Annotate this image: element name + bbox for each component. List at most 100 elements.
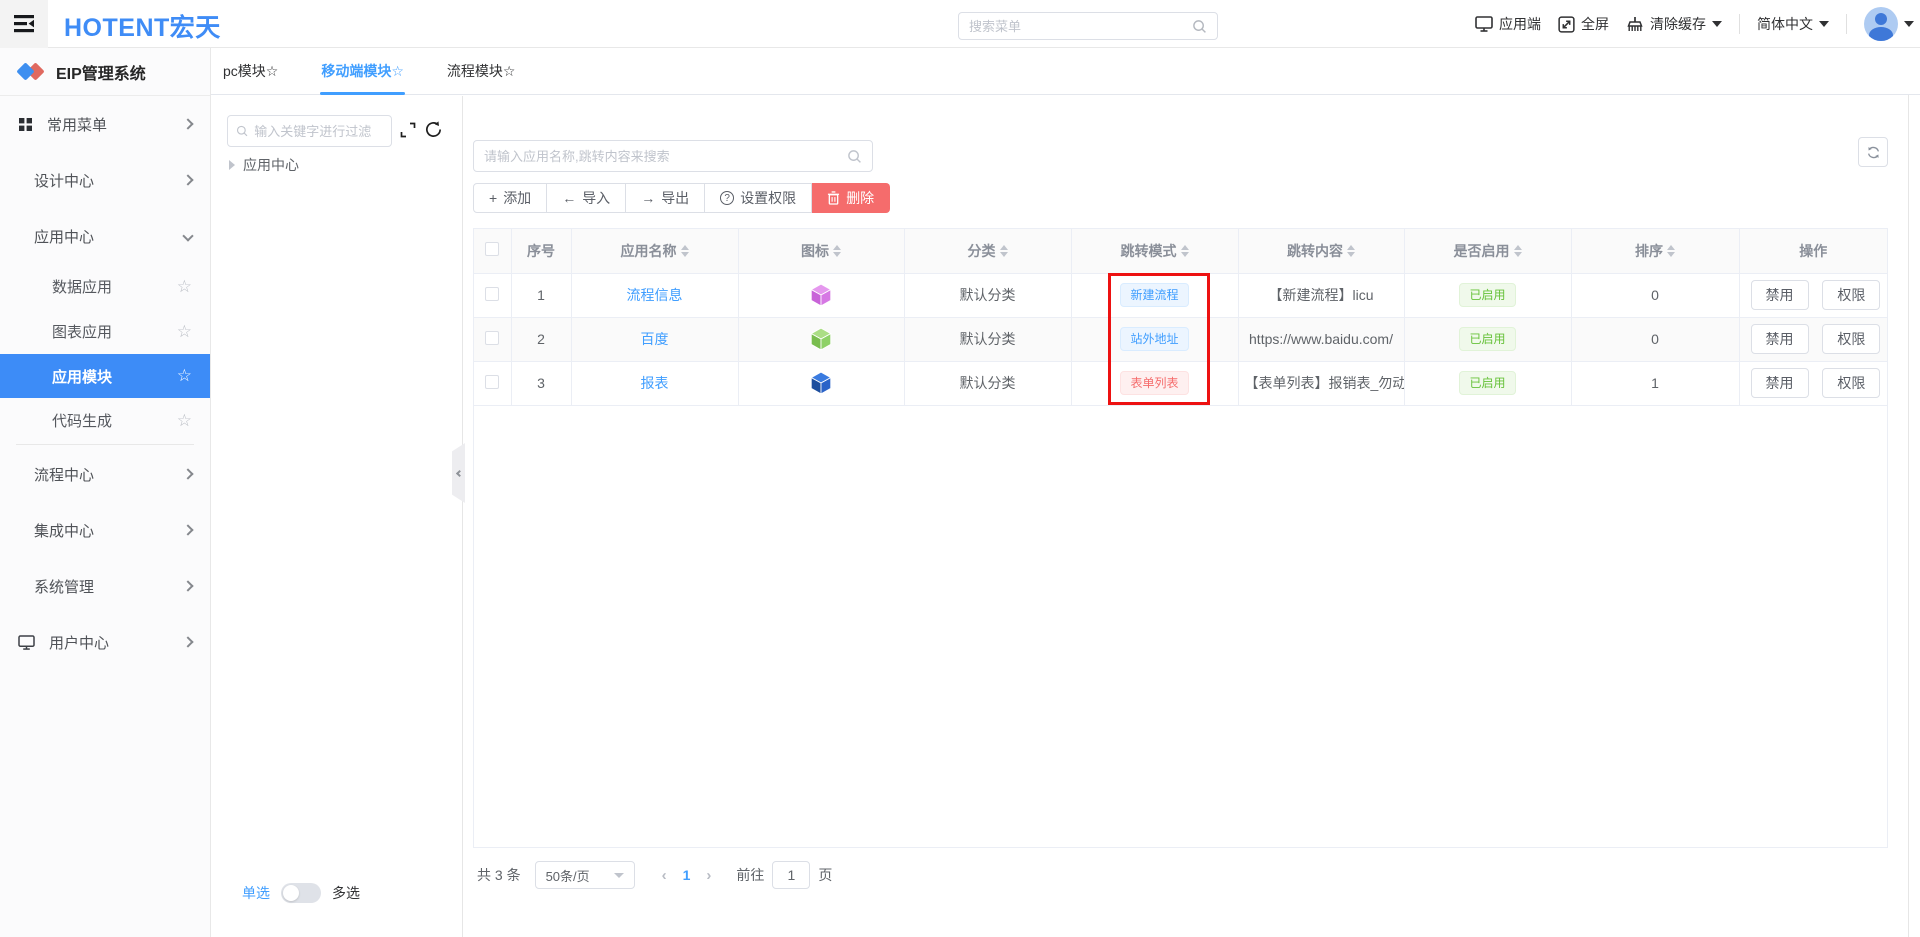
sidebar-item-system-admin[interactable]: 系统管理 — [0, 558, 210, 614]
col-icon[interactable]: 图标 — [738, 229, 904, 273]
app-name-link[interactable]: 流程信息 — [627, 287, 683, 303]
jump-mode-tag: 站外地址 — [1120, 327, 1188, 351]
row-checkbox[interactable] — [485, 331, 499, 345]
permission-button[interactable]: 权限 — [1822, 368, 1880, 398]
sort-icon[interactable] — [1181, 245, 1189, 257]
next-page-button[interactable]: › — [697, 867, 720, 884]
col-jump-content[interactable]: 跳转内容 — [1238, 229, 1404, 273]
avatar[interactable] — [1864, 7, 1898, 41]
sort-icon[interactable] — [833, 245, 841, 257]
sidebar-item-label: 常用菜单 — [47, 114, 184, 135]
app-table: 序号 应用名称 图标 分类 跳转模式 跳转内容 是否启用 排序 操作 1 流程信… — [473, 228, 1888, 848]
language-label: 简体中文 — [1757, 14, 1813, 34]
page-size-select[interactable]: 50条/页 — [535, 861, 635, 889]
set-permission-button[interactable]: ? 设置权限 — [705, 183, 812, 213]
import-button[interactable]: ← 导入 — [547, 183, 626, 213]
sort-icon[interactable] — [1514, 245, 1522, 257]
tree-filter-input[interactable] — [254, 124, 383, 139]
sidebar-item-app-module-selected[interactable]: 应用模块 ☆ — [0, 354, 210, 398]
export-button[interactable]: → 导出 — [626, 183, 705, 213]
user-menu[interactable] — [1864, 7, 1914, 41]
sidebar-item-process-center[interactable]: 流程中心 — [0, 446, 210, 502]
right-edge-divider — [1908, 48, 1909, 937]
search-icon — [1192, 19, 1207, 34]
single-select-label[interactable]: 单选 — [242, 883, 270, 903]
tab-bar: pc模块☆ 移动端模块☆ 流程模块☆ — [211, 48, 1920, 95]
refresh-icon[interactable] — [424, 120, 443, 139]
collapse-menu-button[interactable] — [0, 0, 48, 48]
sidebar-item-data-app[interactable]: 数据应用 ☆ — [0, 264, 210, 309]
tree-caret-icon[interactable] — [229, 160, 235, 170]
goto-page-input[interactable] — [772, 861, 810, 889]
sort-icon[interactable] — [1347, 245, 1355, 257]
status-tag: 已启用 — [1459, 327, 1515, 351]
expand-all-icon[interactable] — [400, 122, 416, 138]
sidebar-item-label: 应用模块 — [52, 366, 177, 387]
set-permission-label: 设置权限 — [740, 188, 796, 208]
multi-select-label[interactable]: 多选 — [332, 883, 360, 903]
tree-node-label: 应用中心 — [243, 155, 299, 175]
col-index: 序号 — [511, 229, 571, 273]
search-icon — [847, 149, 862, 164]
cell-sort: 0 — [1571, 273, 1739, 317]
row-checkbox[interactable] — [485, 375, 499, 389]
row-checkbox[interactable] — [485, 287, 499, 301]
menu-search-box[interactable] — [958, 12, 1218, 40]
top-header: HOTENT宏天 应用端 全屏 — [0, 0, 1920, 48]
table-header-row: 序号 应用名称 图标 分类 跳转模式 跳转内容 是否启用 排序 操作 — [474, 229, 1887, 273]
sidebar-item-design-center[interactable]: 设计中心 — [0, 152, 210, 208]
col-enabled[interactable]: 是否启用 — [1404, 229, 1571, 273]
current-page-button[interactable]: 1 — [676, 867, 698, 883]
permission-button[interactable]: 权限 — [1822, 280, 1880, 310]
tab-pc-module[interactable]: pc模块☆ — [222, 48, 279, 94]
disable-button[interactable]: 禁用 — [1751, 368, 1809, 398]
language-selector[interactable]: 简体中文 — [1757, 14, 1829, 34]
fullscreen-button[interactable]: 全屏 — [1558, 14, 1609, 34]
tree-node-app-center[interactable]: 应用中心 — [229, 152, 449, 178]
col-category[interactable]: 分类 — [904, 229, 1071, 273]
permission-button[interactable]: 权限 — [1822, 324, 1880, 354]
sidebar-item-common-menu[interactable]: 常用菜单 — [0, 96, 210, 152]
col-sort[interactable]: 排序 — [1571, 229, 1739, 273]
col-jump-mode[interactable]: 跳转模式 — [1071, 229, 1238, 273]
table-refresh-button[interactable] — [1858, 137, 1888, 167]
page-size-value: 50条/页 — [546, 866, 590, 885]
sidebar-item-integration-center[interactable]: 集成中心 — [0, 502, 210, 558]
tree-filter-box[interactable] — [227, 115, 392, 147]
panel-collapse-handle[interactable] — [452, 443, 465, 503]
sort-icon[interactable] — [1667, 245, 1675, 257]
app-name-link[interactable]: 百度 — [641, 331, 669, 347]
app-search-input[interactable] — [484, 149, 847, 164]
cell-jump-content: 【新建流程】licu — [1238, 273, 1404, 317]
prev-page-button[interactable]: ‹ — [653, 867, 676, 884]
select-all-checkbox[interactable] — [485, 242, 499, 256]
delete-button[interactable]: 删除 — [812, 183, 890, 213]
tab-process-module[interactable]: 流程模块☆ — [446, 48, 517, 94]
star-icon[interactable]: ☆ — [177, 366, 192, 386]
tab-mobile-module-active[interactable]: 移动端模块☆ — [320, 48, 405, 94]
disable-button[interactable]: 禁用 — [1751, 324, 1809, 354]
add-button[interactable]: + 添加 — [473, 183, 547, 213]
clear-cache-button[interactable]: 清除缓存 — [1626, 14, 1722, 34]
star-icon[interactable]: ☆ — [177, 411, 192, 431]
sort-icon[interactable] — [681, 245, 689, 257]
total-count-label: 共 3 条 — [477, 865, 521, 885]
app-name-link[interactable]: 报表 — [641, 375, 669, 391]
sidebar-item-user-center[interactable]: 用户中心 — [0, 614, 210, 670]
menu-search-input[interactable] — [969, 19, 1192, 34]
star-icon[interactable]: ☆ — [177, 277, 192, 297]
clear-cache-label: 清除缓存 — [1650, 14, 1706, 34]
cell-category: 默认分类 — [904, 273, 1071, 317]
col-app-name[interactable]: 应用名称 — [571, 229, 738, 273]
star-icon[interactable]: ☆ — [177, 322, 192, 342]
app-client-button[interactable]: 应用端 — [1475, 14, 1541, 34]
sidebar-item-chart-app[interactable]: 图表应用 ☆ — [0, 309, 210, 354]
table-row: 1 流程信息 默认分类 新建流程 【新建流程】licu 已启用 0 禁用 权限 — [474, 273, 1887, 317]
disable-button[interactable]: 禁用 — [1751, 280, 1809, 310]
sidebar-item-app-center[interactable]: 应用中心 — [0, 208, 210, 264]
status-tag: 已启用 — [1459, 371, 1515, 395]
sort-icon[interactable] — [1000, 245, 1008, 257]
app-search-box[interactable] — [473, 140, 873, 172]
sidebar-item-code-gen[interactable]: 代码生成 ☆ — [0, 398, 210, 443]
select-mode-switch[interactable] — [281, 883, 321, 903]
